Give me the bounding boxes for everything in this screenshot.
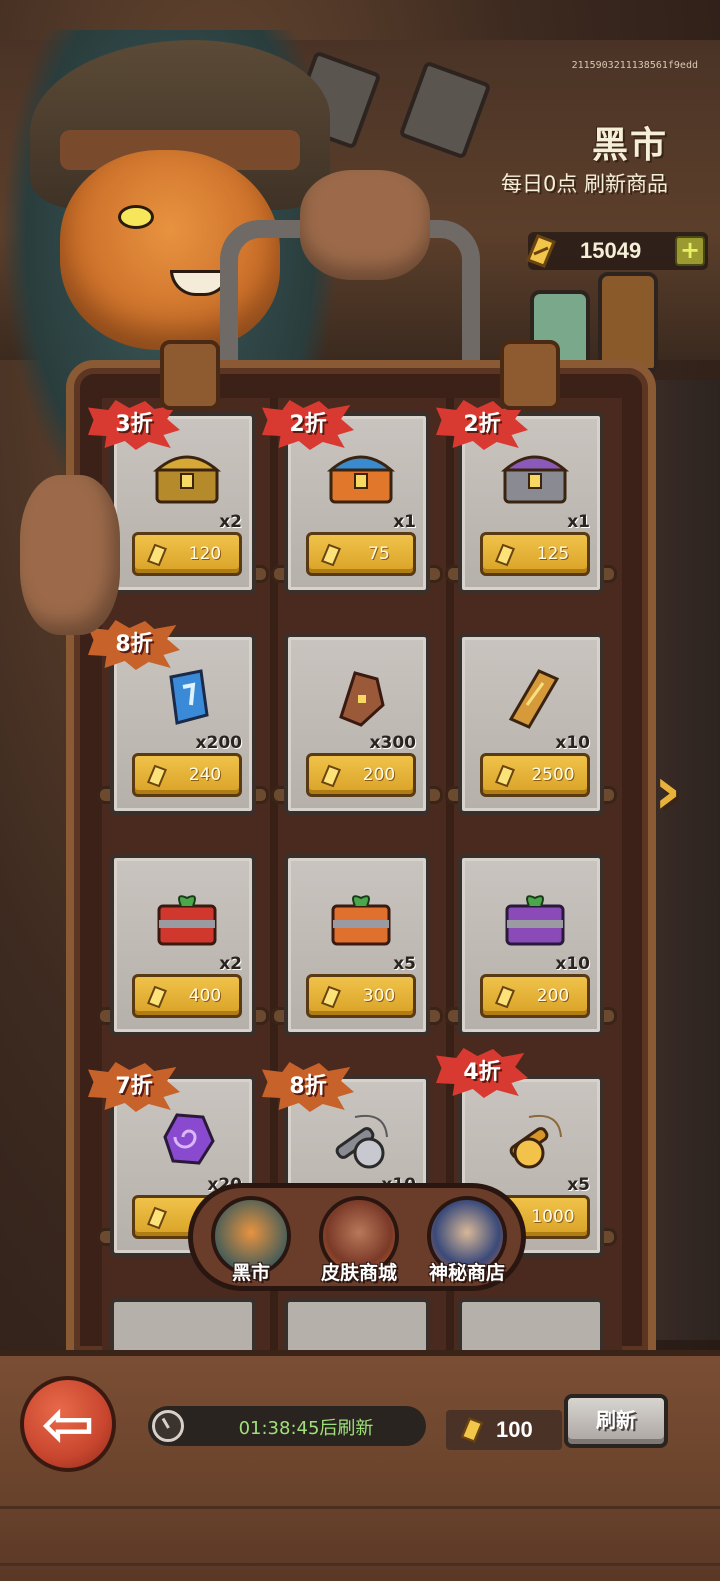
buy-button[interactable]: 200 [306,753,416,797]
buy-button[interactable]: 300 [306,974,416,1018]
gold-bar-icon [147,1206,167,1230]
item-price: 120 [188,544,222,564]
gold-chest-icon [152,455,222,504]
currency-display: 15049 + [526,232,708,270]
gold-bar-icon [495,985,515,1009]
tab-label: 皮肤商城 [320,1262,397,1284]
buy-button[interactable]: 2500 [480,753,590,797]
tab-label: 黑市 [231,1262,270,1284]
coffin-stone-icon [339,671,385,727]
item-price: 125 [536,544,570,564]
item-card-orange-gift-box[interactable]: x5 300 [284,854,430,1036]
item-card-partial [458,1298,604,1358]
gold-bar-icon [321,543,341,567]
gold-bar-icon [495,543,515,567]
item-quantity: x300 [369,733,416,753]
refresh-info: 每日0点 刷新商品 [500,172,668,196]
blue-rune-stone-icon [169,669,209,725]
item-quantity: x2 [219,954,242,974]
gold-bar-icon [526,234,556,268]
back-button[interactable]: ⇦ [20,1376,116,1472]
item-price: 240 [188,765,222,785]
user-id-text: 2115903211138561f9edd [571,60,698,71]
item-price: 400 [188,986,222,1006]
gold-bar-icon [147,764,167,788]
gold-bar-icon [321,985,341,1009]
item-card-partial [110,1298,256,1358]
orange-gift-box-icon [331,895,391,946]
purple-gift-box-icon [505,895,565,946]
side-door [650,380,720,1340]
gold-bar-icon [495,764,515,788]
bottom-bar: ⇦ 01:38:45后刷新 100 刷新 [0,1350,720,1581]
add-currency-button[interactable]: + [675,236,705,266]
blue-chest-icon [326,455,396,504]
gold-bar-icon [147,543,167,567]
merchant-hand [300,170,430,280]
item-price: 2500 [531,765,575,785]
next-page-arrow-icon[interactable]: › [654,756,704,826]
buy-button[interactable]: 400 [132,974,242,1018]
back-arrow-icon: ⇦ [41,1388,95,1462]
item-price: 200 [536,986,570,1006]
cabinet-strap [160,340,220,410]
item-card-partial [284,1298,430,1358]
merchant-eye [118,205,154,229]
item-quantity: x1 [567,512,590,532]
currency-amount: 15049 [580,238,642,263]
item-card-brown-coffin-stone[interactable]: x300 200 [284,633,430,815]
gold-bar-icon [460,1417,484,1443]
gold-bar-icon [147,985,167,1009]
item-price: 75 [368,544,390,564]
item-quantity: x10 [555,954,590,974]
bottle-decoration [598,272,658,372]
item-quantity: x200 [195,733,242,753]
refresh-cost: 100 [446,1410,562,1450]
red-gift-box-icon [157,895,217,946]
item-card-purple-gift-box[interactable]: x10 200 [458,854,604,1036]
purple-chest-icon [500,455,570,504]
page-title: 黑市 [591,125,668,166]
item-card-golden-coffin[interactable]: x10 2500 [458,633,604,815]
timer-text: 01:38:45后刷新 [238,1418,374,1439]
shop-tab-bar: 黑市 皮肤商城 神秘商店 [188,1183,526,1291]
tab-label: 神秘商店 [428,1262,505,1284]
golden-coffin-icon [508,669,560,729]
item-quantity: x2 [219,512,242,532]
tab-skin-shop[interactable]: 皮肤商城 [311,1192,407,1288]
buy-button[interactable]: 125 [480,532,590,576]
item-price: 200 [362,765,396,785]
buy-button[interactable]: 120 [132,532,242,576]
tab-black-market[interactable]: 黑市 [203,1192,299,1288]
floor-plank [0,1506,720,1566]
item-quantity: x5 [567,1175,590,1195]
buy-button[interactable]: 200 [480,974,590,1018]
clock-icon [152,1410,184,1442]
item-card-red-gift-box[interactable]: x2 400 [110,854,256,1036]
refresh-button[interactable]: 刷新 [564,1394,668,1448]
item-quantity: x10 [555,733,590,753]
purple-spiral-stone-icon [163,1113,215,1165]
item-quantity: x1 [393,512,416,532]
refresh-timer: 01:38:45后刷新 [148,1406,426,1446]
gold-fishing-reel-icon [509,1115,562,1169]
item-price: 300 [362,986,396,1006]
buy-button[interactable]: 75 [306,532,416,576]
buy-button[interactable]: 240 [132,753,242,797]
item-price: 1000 [531,1207,575,1227]
merchant-left-hand [20,475,120,635]
gold-bar-icon [321,764,341,788]
tab-mystery-shop[interactable]: 神秘商店 [419,1192,515,1288]
silver-fishing-reel-icon [335,1115,388,1169]
item-quantity: x5 [393,954,416,974]
cabinet-strap [500,340,560,410]
refresh-cost-amount: 100 [496,1417,533,1442]
